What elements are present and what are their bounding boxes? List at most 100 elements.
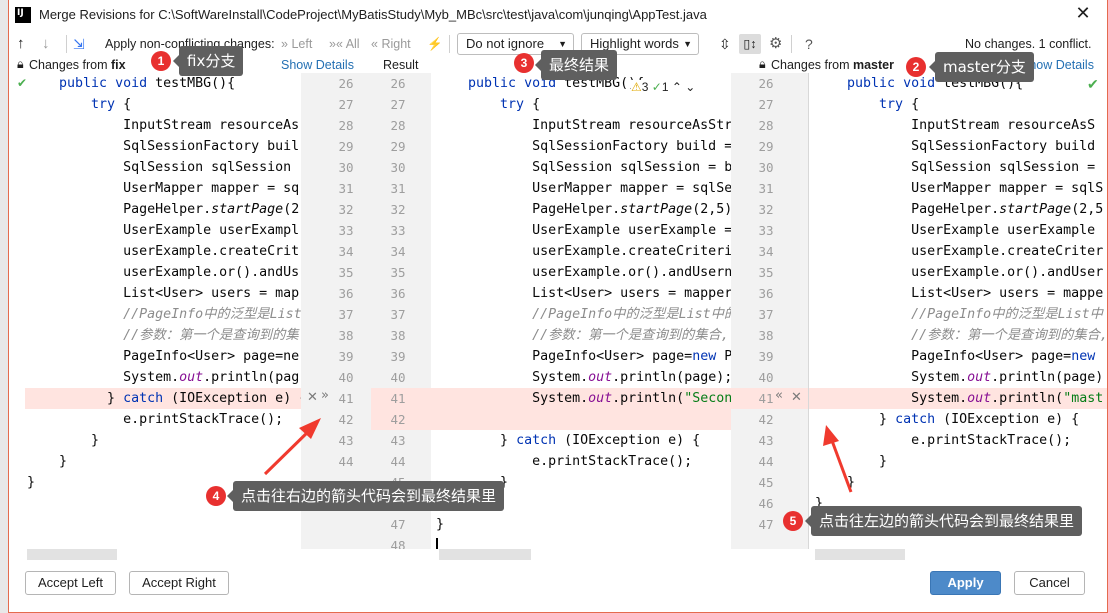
apply-button[interactable]: Apply (930, 571, 1001, 595)
chevron-down-icon[interactable]: ⌄ (685, 80, 695, 94)
code-line: } (815, 454, 888, 469)
prev-difference-icon[interactable]: ↑ (17, 34, 25, 54)
accept-right-button[interactable]: Accept Right (129, 571, 229, 595)
line-number: 37 (390, 307, 406, 322)
help-icon[interactable]: ? (805, 34, 813, 54)
code-line: //PageInfo中的泛型是List中的 (436, 307, 731, 322)
line-number: 28 (338, 118, 354, 133)
code-line: PageHelper.startPage(2,5 (815, 202, 1104, 217)
right-title-prefix: Changes from (771, 58, 853, 72)
weak-warning-count: 1 (661, 80, 669, 94)
line-number: 35 (390, 265, 406, 280)
line-number: 34 (338, 244, 354, 259)
line-number: 28 (758, 118, 774, 133)
line-number: 38 (390, 328, 406, 343)
collapse-unchanged-icon[interactable]: ⇳ (719, 34, 731, 54)
sync-scroll-icon[interactable]: ▯↕ (739, 34, 761, 54)
chevron-down-icon: ▼ (683, 39, 692, 49)
apply-left-label: Left (291, 37, 313, 51)
annotation-tooltip: master分支 (929, 52, 1034, 82)
ignore-right-change-icon[interactable]: ✕ (791, 390, 802, 405)
accept-left-button[interactable]: Accept Left (25, 571, 116, 595)
whitespace-value: Do not ignore (466, 36, 545, 51)
result-editor[interactable]: public void testMBG(){ try { InputStream… (431, 73, 731, 549)
line-number: 34 (390, 244, 406, 259)
ignore-left-change-icon[interactable]: ✕ (307, 390, 318, 405)
apply-all-label: All (345, 37, 360, 51)
line-number: 29 (338, 139, 354, 154)
line-number: 43 (390, 433, 406, 448)
code-line: System.out.println(page) (815, 370, 1104, 385)
left-gutter: 26 27 28 29 30 31 32 33 34 35 36 37 38 39 40 41 42 43 44 26… (301, 73, 431, 549)
chevron-up-icon[interactable]: ⌃ (672, 80, 682, 94)
intellij-logo-icon: IJ (15, 7, 31, 23)
annotation-tooltip: 点击往右边的箭头代码会到最终结果里 (226, 481, 505, 511)
apply-right-label: Right (381, 37, 411, 51)
code-line: PageHelper.startPage(2,5) (436, 202, 731, 217)
code-line: UserExample userExampl (27, 223, 300, 238)
cancel-button[interactable]: Cancel (1014, 571, 1085, 595)
weak-warning-icon: ✓ (651, 80, 662, 94)
code-line: PageInfo<User> page=new P (436, 349, 731, 364)
annotation-badge: 2 (906, 57, 926, 77)
code-line: SqlSessionFactory build = (436, 139, 731, 154)
code-line: try { (91, 97, 132, 112)
text-cursor (436, 538, 438, 549)
left-title-prefix: Changes from (29, 58, 111, 72)
line-number: 30 (338, 160, 354, 175)
next-difference-icon[interactable]: ↓ (42, 34, 50, 54)
result-pane-title: Result (383, 58, 419, 72)
code-line: UserMapper mapper = sqlSe (436, 181, 731, 196)
line-number: 40 (338, 370, 354, 385)
close-icon[interactable]: ✕ (1069, 3, 1097, 27)
left-editor[interactable]: public void testMBG(){ try { InputStream… (25, 73, 301, 549)
merge-status: No changes. 1 conflict. (965, 37, 1092, 51)
code-line: PageInfo<User> page=ne (27, 349, 300, 364)
line-number: 33 (390, 223, 406, 238)
line-number: 42 (338, 412, 354, 427)
line-number: 41 (390, 391, 406, 406)
highlight-value: Highlight words (590, 36, 679, 51)
line-number: 33 (758, 223, 774, 238)
line-number: 38 (338, 328, 354, 343)
code-line: } (815, 475, 856, 490)
line-number: 27 (338, 97, 354, 112)
apply-all-button[interactable]: »« All (329, 34, 360, 54)
line-number: 44 (338, 454, 354, 469)
line-number: 36 (758, 286, 774, 301)
line-number: 47 (390, 517, 406, 532)
line-number: 47 (758, 517, 774, 532)
apply-right-change-icon[interactable]: « (775, 388, 783, 403)
line-number: 28 (390, 118, 406, 133)
apply-right-button[interactable]: « Right (371, 34, 411, 54)
line-number: 32 (390, 202, 406, 217)
code-line: PageInfo<User> page=new (815, 349, 1096, 364)
left-horizontal-scrollbar[interactable] (27, 549, 117, 560)
code-line: List<User> users = mappe (815, 286, 1104, 301)
magic-resolve-icon[interactable]: ⚡ (427, 34, 443, 54)
line-number: 26 (338, 76, 354, 91)
code-line: System.out.println(page); (436, 370, 731, 385)
code-line: InputStream resourceAsStr (436, 118, 731, 133)
code-line: SqlSession sqlSession = (815, 160, 1096, 175)
right-editor[interactable]: public void testMBG(){ try { InputStream… (809, 73, 1107, 549)
annotation-badge: 3 (514, 53, 534, 73)
code-line: //参数：第一个是查询到的集 (27, 328, 299, 343)
resolve-icon[interactable]: ⇲ (73, 34, 85, 54)
title-bar: IJ Merge Revisions for C:\SoftWareInstal… (9, 0, 1107, 30)
code-line: System.out.println("Secon (436, 391, 731, 406)
apply-left-button[interactable]: » Left (281, 34, 312, 54)
code-line: System.out.println("mast (815, 391, 1104, 406)
inspection-widget[interactable]: ⚠3 ✓1 ⌃ ⌄ (631, 80, 696, 94)
annotation-badge: 4 (206, 486, 226, 506)
line-number: 41 (338, 391, 354, 406)
line-number: 44 (758, 454, 774, 469)
line-number: 33 (338, 223, 354, 238)
apply-left-change-icon[interactable]: » (321, 388, 329, 403)
gear-icon[interactable]: ⚙ (769, 34, 782, 54)
right-branch-name: master (852, 58, 894, 72)
code-line: InputStream resourceAsS (815, 118, 1096, 133)
right-horizontal-scrollbar[interactable] (815, 549, 905, 560)
show-details-left-link[interactable]: Show Details (281, 58, 354, 72)
result-horizontal-scrollbar[interactable] (439, 549, 531, 560)
